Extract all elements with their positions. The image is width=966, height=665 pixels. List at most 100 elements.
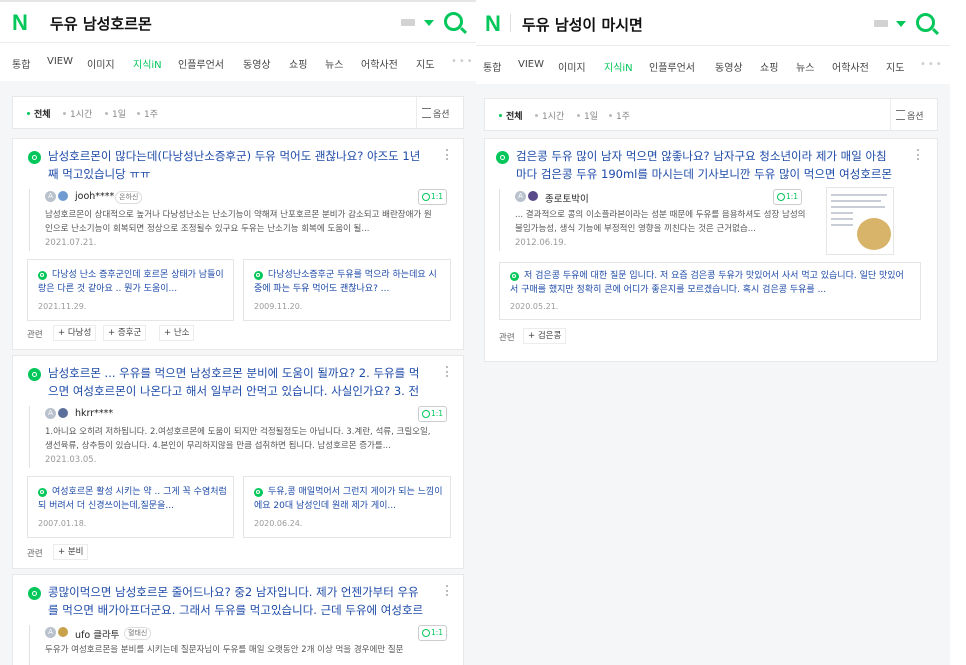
tab-shopping[interactable]: 쇼핑: [760, 59, 778, 74]
related-label: 관련: [27, 330, 43, 340]
more-menu-icon[interactable]: [917, 149, 921, 160]
tab-video[interactable]: 동영상: [243, 56, 271, 71]
answer-excerpt[interactable]: 1.아니요 오히려 저하됩니다. 2.여성호르몬에 도움이 되지만 걱정될정도는…: [45, 425, 433, 453]
related-keyword[interactable]: + 증후군: [103, 325, 147, 341]
result-title[interactable]: 남성호르몬 ... 우유를 먹으면 남성호르몬 분비에 도움이 될까요? 2. …: [48, 364, 426, 400]
right-search-panel: N 두유 남성이 마시면 통합 VIEW 이미지 지식iN 인플루언서 동영상 …: [476, 0, 950, 665]
related-keyword[interactable]: + 검은콩: [523, 328, 567, 344]
filter-1day[interactable]: 1일: [105, 107, 126, 120]
filter-1week[interactable]: 1주: [137, 107, 158, 120]
tab-view[interactable]: VIEW: [47, 56, 73, 67]
related-keyword[interactable]: + 분비: [53, 544, 89, 560]
naver-logo[interactable]: N: [485, 11, 501, 37]
tab-map[interactable]: 지도: [886, 59, 904, 74]
result-title[interactable]: 남성호르몬이 많다는데(다낭성난소증후군) 두유 먹어도 괜찮나요? 야즈도 1…: [48, 147, 426, 183]
tab-dictionary[interactable]: 어학사전: [361, 56, 398, 71]
user-level-badge: 혈태신: [124, 627, 152, 640]
user-name[interactable]: 종로토박이: [545, 191, 589, 205]
tab-dictionary[interactable]: 어학사전: [832, 59, 869, 74]
user-name[interactable]: ufo 클라투: [75, 627, 119, 641]
related-question[interactable]: 여성호르몬 활성 시키는 약 .. 그게 꼭 수염처럼 되 버려서 더 신경쓰이…: [27, 476, 234, 538]
options-button[interactable]: 옵션: [890, 99, 937, 130]
related-question-text[interactable]: 여성호르몬 활성 시키는 약 .. 그게 꼭 수염처럼 되 버려서 더 신경쓰이…: [38, 485, 228, 513]
tab-shopping[interactable]: 쇼핑: [289, 56, 307, 71]
options-icon: [896, 110, 905, 120]
related-keyword[interactable]: + 난소: [159, 325, 195, 341]
naver-logo[interactable]: N: [12, 10, 28, 36]
filter-all[interactable]: 전체: [27, 107, 51, 120]
user-badge-icon: [58, 191, 68, 201]
answer-excerpt[interactable]: 두유가 여성호르몬을 분비를 시키는데 질문자님이 두유를 매일 오랫동안 2개…: [45, 643, 433, 657]
tab-bar: 통합 VIEW 이미지 지식iN 인플루언서 동영상 쇼핑 뉴스 어학사전 지도…: [0, 42, 476, 82]
related-question-text[interactable]: 다낭성난소증후군 두유를 먹으라 하는데요 시중에 파는 두유 먹어도 괜찮나요…: [254, 268, 444, 296]
related-question[interactable]: 다낭성 난소 증후군인데 호르몬 상태가 남들이랑은 다른 것 같아요 .. 뭔…: [27, 259, 234, 321]
options-icon: [422, 108, 431, 118]
filter-1day[interactable]: 1일: [577, 109, 598, 122]
tab-influencer[interactable]: 인플루언서: [178, 56, 224, 71]
more-tabs-icon[interactable]: •••: [451, 56, 475, 67]
search-input[interactable]: 두유 남성호르몬: [50, 13, 152, 34]
related-keyword[interactable]: + 다낭성: [53, 325, 97, 341]
answer-count-badge: 1:1: [773, 189, 803, 205]
more-menu-icon[interactable]: [446, 366, 450, 377]
related-question[interactable]: 두유,콩 매일먹어서 그런지 게이가 되는 느낌이에요 20대 남성인데 원래 …: [243, 476, 451, 538]
related-question-text[interactable]: 저 검은콩 두유에 대한 질문 입니다. 저 요즘 검은콩 두유가 맛있어서 사…: [510, 269, 910, 297]
filter-1hour[interactable]: 1시간: [535, 109, 564, 122]
more-menu-icon[interactable]: [446, 149, 450, 160]
more-menu-icon[interactable]: [446, 585, 450, 596]
related-label: 관련: [499, 333, 515, 343]
filter-bar: 전체 1시간 1일 1주 옵션: [484, 98, 938, 131]
tab-bar: 통합 VIEW 이미지 지식iN 인플루언서 동영상 쇼핑 뉴스 어학사전 지도…: [476, 45, 950, 85]
search-icon[interactable]: [444, 12, 463, 31]
tab-map[interactable]: 지도: [416, 56, 434, 71]
more-tabs-icon[interactable]: •••: [920, 59, 944, 70]
tab-integrated[interactable]: 통합: [12, 56, 30, 71]
related-question-text[interactable]: 두유,콩 매일먹어서 그런지 게이가 되는 느낌이에요 20대 남성인데 원래 …: [254, 485, 444, 513]
result-card: 남성호르몬 ... 우유를 먹으면 남성호르몬 분비에 도움이 될까요? 2. …: [12, 355, 464, 569]
keyboard-icon[interactable]: [401, 19, 415, 26]
filter-1hour[interactable]: 1시간: [63, 107, 92, 120]
result-title[interactable]: 콩많이먹으면 남성호르몬 줄어드나요? 중2 남자입니다. 제가 언젠가부터 우…: [48, 583, 426, 619]
tab-video[interactable]: 동영상: [715, 59, 743, 74]
chevron-down-icon[interactable]: [424, 20, 434, 26]
related-question-date: 2007.01.18.: [38, 519, 87, 528]
kin-q-icon: [496, 151, 509, 164]
answer-count-badge: 1:1: [418, 406, 448, 422]
user-badge-icon: [58, 627, 68, 637]
chevron-down-icon[interactable]: [896, 21, 906, 27]
filter-all[interactable]: 전체: [499, 109, 523, 122]
result-card: 검은콩 두유 많이 남자 먹으면 않좋나요? 남자구요 청소년이라 제가 매일 …: [484, 138, 938, 362]
answer-excerpt[interactable]: ... 결과적으로 콩의 이소플라본이라는 성분 때문에 두유를 음용하셔도 성…: [515, 208, 809, 236]
user-name[interactable]: hkrr****: [75, 408, 113, 419]
related-label: 관련: [27, 549, 43, 559]
search-input[interactable]: 두유 남성이 마시면: [522, 14, 643, 35]
tab-images[interactable]: 이미지: [558, 59, 586, 74]
kin-q-icon: [28, 587, 41, 600]
tab-view[interactable]: VIEW: [518, 59, 544, 70]
tab-integrated[interactable]: 통합: [483, 59, 501, 74]
tab-news[interactable]: 뉴스: [796, 59, 814, 74]
thumbnail-image[interactable]: [826, 187, 894, 255]
tab-influencer[interactable]: 인플루언서: [649, 59, 695, 74]
filter-1week[interactable]: 1주: [609, 109, 630, 122]
tab-kin[interactable]: 지식iN: [604, 59, 633, 74]
result-title[interactable]: 검은콩 두유 많이 남자 먹으면 않좋나요? 남자구요 청소년이라 제가 매일 …: [516, 147, 896, 183]
answer-date: 2021.03.05.: [45, 455, 97, 465]
tab-kin[interactable]: 지식iN: [133, 56, 162, 71]
user-name[interactable]: jooh****: [75, 191, 114, 202]
tab-news[interactable]: 뉴스: [325, 56, 343, 71]
divider: [510, 14, 511, 32]
related-question[interactable]: 저 검은콩 두유에 대한 질문 입니다. 저 요즘 검은콩 두유가 맛있어서 사…: [499, 262, 921, 320]
avatar: A: [45, 191, 56, 202]
options-button[interactable]: 옵션: [416, 97, 463, 128]
search-icon[interactable]: [916, 13, 935, 32]
tab-images[interactable]: 이미지: [87, 56, 115, 71]
avatar: A: [45, 408, 56, 419]
keyboard-icon[interactable]: [874, 20, 888, 27]
related-question-text[interactable]: 다낭성 난소 증후군인데 호르몬 상태가 남들이랑은 다른 것 같아요 .. 뭔…: [38, 268, 228, 296]
related-question-date: 2021.11.29.: [38, 302, 87, 311]
answer-excerpt[interactable]: 남성호르몬이 상대적으로 높거나 다낭성난소는 난소기능이 약해져 난포호르몬 …: [45, 208, 433, 236]
results-area: 전체 1시간 1일 1주 옵션 검은콩 두유 많이 남자 먹으면 않좋나요? 남…: [476, 84, 950, 665]
related-question[interactable]: 다낭성난소증후군 두유를 먹으라 하는데요 시중에 파는 두유 먹어도 괜찮나요…: [243, 259, 451, 321]
user-badge-icon: [58, 408, 68, 418]
